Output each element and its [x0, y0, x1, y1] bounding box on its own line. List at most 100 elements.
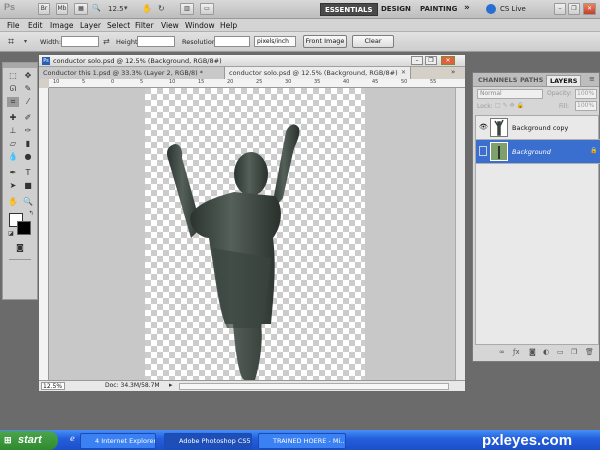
lasso-tool-icon[interactable]: ᘏ: [7, 84, 19, 94]
layer-row-background[interactable]: Background 🔒: [476, 140, 600, 164]
restore-button[interactable]: ❐: [425, 56, 437, 65]
layer-row-background-copy[interactable]: 👁 Background copy: [476, 116, 600, 140]
eyedropper-tool-icon[interactable]: ⁄: [22, 97, 34, 107]
quick-mask-icon[interactable]: ◙: [14, 243, 26, 253]
view-extras-icon[interactable]: ▦: [74, 3, 88, 15]
clone-stamp-tool-icon[interactable]: ⊥: [7, 126, 19, 136]
canvas-svg: [145, 88, 365, 380]
tab-channels[interactable]: CHANNELS: [475, 75, 520, 86]
clear-button[interactable]: Clear: [352, 35, 394, 48]
zoom-field[interactable]: 12.5%: [41, 382, 65, 390]
swap-colors-icon[interactable]: ↰: [25, 209, 37, 219]
menu-layer[interactable]: Layer: [80, 20, 101, 31]
workspace-painting[interactable]: PAINTING: [416, 3, 461, 16]
fill-field[interactable]: 100%: [575, 101, 597, 111]
menu-select[interactable]: Select: [107, 20, 130, 31]
units-select[interactable]: pixels/inch: [254, 36, 296, 47]
history-brush-tool-icon[interactable]: ✑: [22, 126, 34, 136]
menu-image[interactable]: Image: [50, 20, 74, 31]
cs-live-button[interactable]: CS Live: [500, 5, 526, 13]
eraser-tool-icon[interactable]: ▱: [7, 139, 19, 149]
panel-menu-icon[interactable]: ≡: [589, 75, 595, 83]
hand-icon[interactable]: ✋: [142, 4, 152, 13]
opacity-field[interactable]: 100%: [575, 89, 597, 99]
chevron-down-icon[interactable]: ▾: [24, 38, 27, 45]
zoom-level[interactable]: 12.5: [108, 5, 124, 13]
new-group-icon[interactable]: ▭: [557, 348, 564, 356]
tab-conductor-this[interactable]: Conductor this 1.psd @ 33.3% (Layer 2, R…: [39, 67, 225, 79]
move-tool-icon[interactable]: ✥: [22, 71, 34, 81]
close-button[interactable]: ✕: [441, 56, 455, 65]
shape-tool-icon[interactable]: ■: [22, 181, 34, 191]
menu-window[interactable]: Window: [185, 20, 215, 31]
more-workspaces-button[interactable]: »: [460, 2, 474, 15]
default-colors-icon[interactable]: ◪: [5, 229, 17, 239]
close-button[interactable]: ✕: [583, 3, 596, 15]
ruler-tick-label: 15: [198, 79, 205, 85]
hand-tool-icon[interactable]: ✋: [7, 197, 19, 207]
minimize-button[interactable]: –: [554, 3, 566, 15]
layer-style-icon[interactable]: ƒx: [513, 348, 520, 356]
blur-tool-icon[interactable]: 💧: [7, 152, 19, 162]
link-layers-icon[interactable]: ∞: [499, 348, 505, 356]
tab-paths[interactable]: PATHS: [517, 75, 546, 86]
menu-edit[interactable]: Edit: [28, 20, 43, 31]
zoom-tool-icon[interactable]: 🔍: [22, 197, 34, 207]
crop-tool-icon[interactable]: ⌗: [7, 97, 19, 107]
horizontal-scrollbar[interactable]: [179, 383, 449, 390]
taskbar-internet-explorer[interactable]: 4 Internet Explorer: [80, 433, 156, 449]
path-selection-tool-icon[interactable]: ➤: [7, 181, 19, 191]
layer-mask-icon[interactable]: ◙: [529, 348, 536, 356]
pen-tool-icon[interactable]: ✒: [7, 168, 19, 178]
taskbar-trained-hoere[interactable]: TRAINED HOERE - Mi...: [258, 433, 346, 449]
front-image-button[interactable]: Front Image: [303, 35, 347, 48]
brush-tool-icon[interactable]: ✐: [22, 113, 34, 123]
eye-toggle-empty[interactable]: [479, 146, 487, 156]
vertical-scrollbar[interactable]: [455, 88, 465, 380]
healing-brush-tool-icon[interactable]: ✚: [7, 113, 19, 123]
background-color-swatch[interactable]: [17, 221, 31, 235]
menu-help[interactable]: Help: [220, 20, 237, 31]
menu-filter[interactable]: Filter: [135, 20, 154, 31]
blend-mode-select[interactable]: Normal: [477, 89, 543, 99]
document-titlebar[interactable]: Ps conductor solo.psd @ 12.5% (Backgroun…: [39, 55, 465, 67]
new-layer-icon[interactable]: ❐: [571, 348, 577, 356]
delete-layer-icon[interactable]: 🗑: [585, 348, 594, 356]
layers-panel: CHANNELS PATHS LAYERS ≡ Normal Opacity: …: [472, 72, 600, 362]
tools-panel-grip[interactable]: [3, 63, 37, 68]
workspace-design[interactable]: DESIGN: [377, 3, 415, 16]
chevron-down-icon[interactable]: ▾: [124, 4, 128, 12]
crop-tool-icon[interactable]: ⌗: [8, 35, 14, 49]
eye-icon[interactable]: 👁: [479, 123, 488, 131]
height-field[interactable]: [137, 36, 175, 47]
start-button[interactable]: ⊞ start: [0, 431, 58, 450]
tab-layers[interactable]: LAYERS: [546, 75, 582, 86]
type-tool-icon[interactable]: T: [22, 168, 34, 178]
swap-icon[interactable]: ⇄: [103, 37, 110, 46]
screen-mode-icon[interactable]: ▭: [200, 3, 214, 15]
gradient-tool-icon[interactable]: ▮: [22, 139, 34, 149]
taskbar-photoshop[interactable]: Adobe Photoshop CS5: [164, 433, 252, 449]
dodge-tool-icon[interactable]: ●: [22, 152, 34, 162]
tab-conductor-solo[interactable]: conductor solo.psd @ 12.5% (Background, …: [225, 67, 411, 79]
minimize-button[interactable]: –: [411, 56, 423, 65]
restore-button[interactable]: ❐: [568, 3, 580, 15]
arrange-documents-icon[interactable]: ▥: [180, 3, 194, 15]
resolution-field[interactable]: [214, 36, 250, 47]
close-tab-icon[interactable]: ✕: [401, 69, 406, 76]
lock-icons[interactable]: □ ✎ ✥ 🔒: [495, 102, 524, 109]
status-menu-icon[interactable]: ▸: [169, 381, 173, 389]
menu-file[interactable]: File: [7, 20, 20, 31]
quick-select-tool-icon[interactable]: ✎: [22, 84, 34, 94]
rotate-view-icon[interactable]: ↻: [158, 4, 165, 13]
menu-view[interactable]: View: [161, 20, 179, 31]
workspace-essentials[interactable]: ESSENTIALS: [320, 3, 378, 16]
canvas-area[interactable]: [49, 88, 455, 380]
adjustment-layer-icon[interactable]: ◐: [543, 348, 549, 356]
ie-quicklaunch-icon[interactable]: ℯ: [70, 434, 75, 443]
marquee-tool-icon[interactable]: ⬚: [7, 71, 19, 81]
tabs-overflow-icon[interactable]: »: [451, 68, 455, 76]
mini-bridge-icon[interactable]: Mb: [56, 3, 68, 15]
width-field[interactable]: [61, 36, 99, 47]
bridge-icon[interactable]: Br: [38, 3, 50, 15]
